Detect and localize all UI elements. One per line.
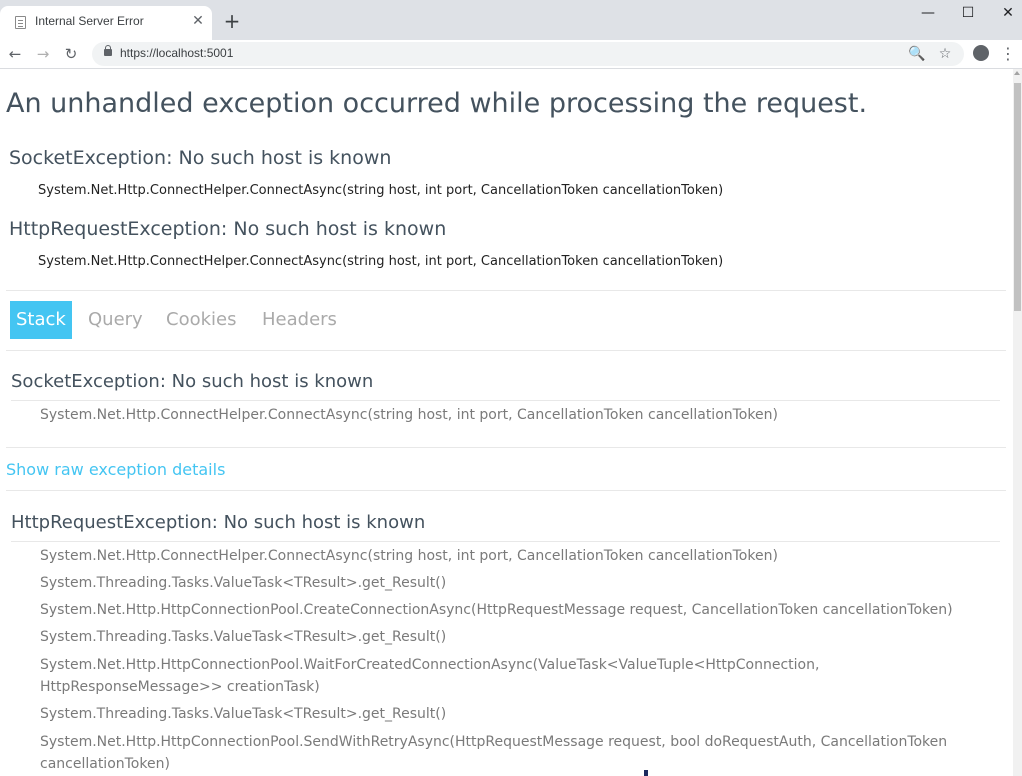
divider bbox=[11, 541, 1000, 542]
stack-frame[interactable]: System.Net.Http.ConnectHelper.ConnectAsy… bbox=[40, 407, 1000, 423]
page-title: An unhandled exception occurred while pr… bbox=[6, 88, 868, 119]
forward-button[interactable]: → bbox=[32, 43, 54, 65]
browser-toolbar: ← → ↻ https://localhost:5001 🔍 ☆ ⋮ bbox=[0, 40, 1022, 69]
tab-title: Internal Server Error bbox=[35, 14, 144, 28]
browser-menu-icon[interactable]: ⋮ bbox=[1000, 44, 1016, 64]
divider bbox=[6, 447, 1006, 448]
zoom-icon[interactable]: 🔍 bbox=[908, 45, 926, 63]
lock-icon[interactable] bbox=[104, 45, 112, 56]
minimize-button[interactable]: — bbox=[913, 4, 943, 22]
new-tab-button[interactable]: + bbox=[222, 11, 242, 32]
tab-stack[interactable]: Stack bbox=[10, 301, 72, 339]
show-raw-exception-link[interactable]: Show raw exception details bbox=[6, 460, 225, 479]
stack-frame[interactable]: System.Threading.Tasks.ValueTask<TResult… bbox=[40, 706, 1000, 722]
divider bbox=[6, 350, 1006, 351]
tab-close-icon[interactable]: ✕ bbox=[190, 13, 206, 29]
back-button[interactable]: ← bbox=[4, 43, 26, 65]
stack-frame[interactable]: System.Threading.Tasks.ValueTask<TResult… bbox=[40, 575, 1000, 591]
stack-frame[interactable]: System.Net.Http.HttpConnectionPool.WaitF… bbox=[40, 654, 1000, 698]
stack-frame[interactable]: System.Net.Http.HttpConnectionPool.Creat… bbox=[40, 602, 1000, 618]
url-text[interactable]: https://localhost:5001 bbox=[120, 46, 233, 60]
divider bbox=[11, 400, 1000, 401]
stack-frame[interactable]: System.Net.Http.HttpConnectionPool.SendW… bbox=[40, 731, 1000, 775]
tab-query[interactable]: Query bbox=[88, 301, 143, 339]
divider bbox=[6, 290, 1006, 291]
stack-exception-title: SocketException: No such host is known bbox=[11, 371, 374, 392]
close-window-button[interactable]: ✕ bbox=[993, 4, 1022, 22]
browser-tab[interactable]: Internal Server Error ✕ bbox=[0, 6, 212, 40]
profile-avatar-icon[interactable] bbox=[973, 45, 989, 61]
page-scrollbar[interactable] bbox=[1013, 69, 1022, 776]
exception-summary-location: System.Net.Http.ConnectHelper.ConnectAsy… bbox=[38, 183, 724, 198]
scrollbar-thumb[interactable] bbox=[1014, 83, 1021, 311]
address-bar[interactable]: https://localhost:5001 🔍 ☆ bbox=[92, 42, 964, 66]
bookmark-star-icon[interactable]: ☆ bbox=[936, 45, 954, 63]
browser-tab-strip: Internal Server Error ✕ + — ☐ ✕ bbox=[0, 0, 1022, 40]
stack-frame[interactable]: System.Net.Http.ConnectHelper.ConnectAsy… bbox=[40, 548, 1000, 564]
maximize-button[interactable]: ☐ bbox=[953, 4, 983, 22]
divider bbox=[6, 490, 1006, 491]
reload-button[interactable]: ↻ bbox=[60, 43, 82, 65]
page-favicon-icon bbox=[15, 16, 26, 29]
exception-summary-title: HttpRequestException: No such host is kn… bbox=[9, 218, 447, 240]
exception-summary-location: System.Net.Http.ConnectHelper.ConnectAsy… bbox=[38, 254, 724, 269]
tab-cookies[interactable]: Cookies bbox=[166, 301, 236, 339]
scroll-up-arrow-icon[interactable] bbox=[1014, 71, 1020, 75]
page-viewport: An unhandled exception occurred while pr… bbox=[0, 69, 1013, 776]
exception-summary-title: SocketException: No such host is known bbox=[9, 147, 392, 169]
stack-exception-title: HttpRequestException: No such host is kn… bbox=[11, 512, 426, 533]
stack-frame[interactable]: System.Threading.Tasks.ValueTask<TResult… bbox=[40, 629, 1000, 645]
taskbar-edge bbox=[644, 770, 648, 776]
tab-headers[interactable]: Headers bbox=[262, 301, 337, 339]
